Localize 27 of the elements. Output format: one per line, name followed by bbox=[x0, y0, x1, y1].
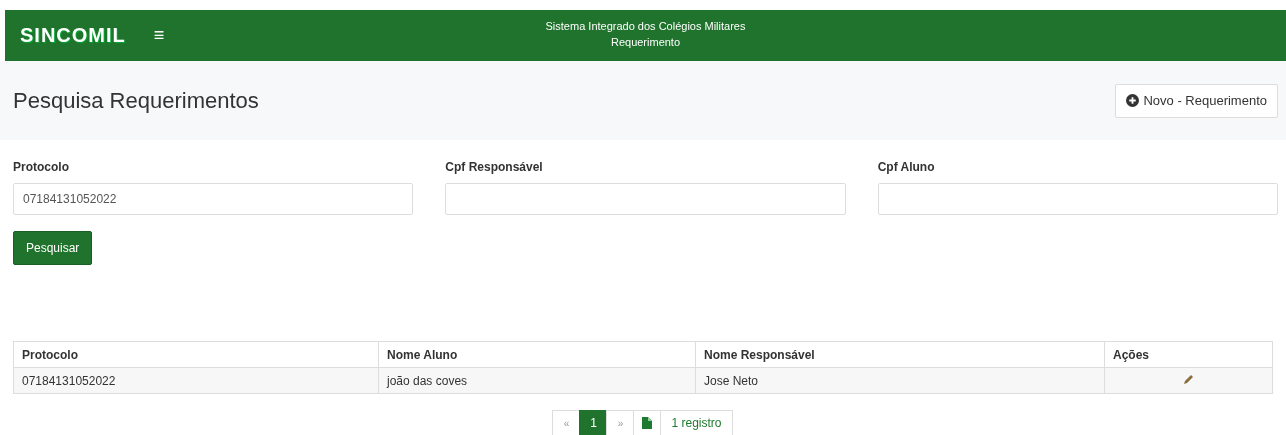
brand-logo: SINCOMIL bbox=[20, 24, 126, 47]
column-header: Ações bbox=[1104, 341, 1273, 368]
page-subtitle: Requerimento bbox=[610, 35, 681, 50]
table-cell: joão das coves bbox=[378, 367, 696, 394]
previous-page-link[interactable]: « bbox=[552, 410, 581, 435]
page-title: Pesquisa Requerimentos bbox=[13, 87, 259, 114]
field-label: Cpf Responsável bbox=[445, 160, 544, 174]
pencil-icon[interactable] bbox=[1182, 373, 1195, 385]
menu-button[interactable]: ≡ bbox=[149, 25, 169, 46]
input-field[interactable]: 07184131052022 bbox=[13, 183, 414, 215]
page-link[interactable]: 1 bbox=[579, 410, 608, 435]
new-request-button[interactable]: Novo - Requerimento bbox=[1115, 83, 1278, 118]
table-cell: Jose Neto bbox=[695, 367, 1105, 394]
record-count: 1 registro bbox=[660, 410, 733, 435]
search-button[interactable]: Pesquisar bbox=[13, 231, 93, 265]
input-field[interactable] bbox=[877, 183, 1278, 215]
field-label: Protocolo bbox=[13, 160, 70, 174]
column-header: Nome Responsável bbox=[695, 341, 1105, 368]
system-title: Sistema Integrado dos Colégios Militares bbox=[545, 19, 746, 34]
table-cell: 07184131052022 bbox=[13, 367, 379, 394]
next-page-link[interactable]: » bbox=[606, 410, 635, 435]
column-header: Nome Aluno bbox=[378, 341, 696, 368]
file-icon[interactable] bbox=[642, 417, 653, 429]
field-label: Cpf Aluno bbox=[877, 160, 936, 174]
input-field[interactable] bbox=[445, 183, 846, 215]
column-header: Protocolo bbox=[13, 341, 379, 368]
plus-circle-icon bbox=[1126, 94, 1140, 107]
